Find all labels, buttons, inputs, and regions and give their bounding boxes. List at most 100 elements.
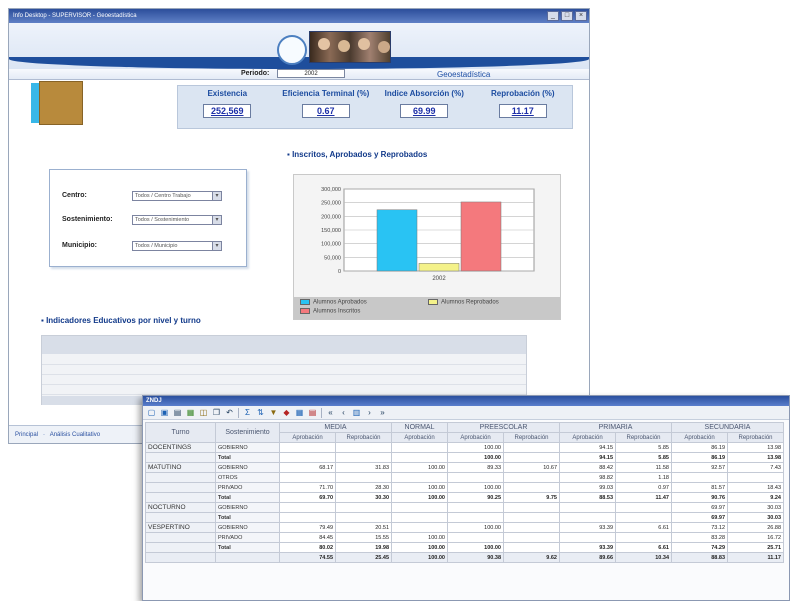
value-cell[interactable]: 6.61 <box>615 542 672 553</box>
value-cell[interactable]: 25.45 <box>335 552 392 563</box>
table-row[interactable]: Total 80.02 19.98 100.00 100.00 93.39 6.61 74.2… <box>145 542 784 553</box>
status-item-analisis[interactable]: Análisis Cualitativo <box>50 432 100 438</box>
value-cell[interactable]: 19.98 <box>335 542 392 553</box>
sostenimiento-cell[interactable]: Total <box>215 542 280 553</box>
value-cell[interactable]: 74.55 <box>279 552 336 563</box>
grid-icon[interactable]: ▦ <box>295 408 304 417</box>
value-cell[interactable]: 69.97 <box>671 512 728 523</box>
value-cell[interactable]: 9.24 <box>727 492 784 503</box>
value-cell[interactable]: 83.28 <box>671 532 728 543</box>
table-row[interactable]: 74.55 25.45 100.00 90.38 9.62 89.66 10.34 88.83… <box>145 552 784 563</box>
sostenimiento-cell[interactable]: Total <box>215 512 280 523</box>
table-row[interactable]: MATUTINO GOBIERNO 68.17 31.83 100.00 89.33 10.… <box>145 462 784 473</box>
table-row[interactable]: OTROS 98.82 1.18 <box>145 472 784 483</box>
header-sostenimiento[interactable]: Sostenimiento <box>215 422 280 443</box>
value-cell[interactable] <box>447 532 504 543</box>
table-row[interactable]: PRIVADO 84.45 15.55 100.00 83.28 16.72 <box>145 532 784 543</box>
print-icon[interactable]: ▤ <box>173 408 182 417</box>
value-cell[interactable]: 100.00 <box>447 452 504 463</box>
subheader-cell[interactable]: Aprobación <box>559 432 616 443</box>
turno-cell[interactable] <box>145 492 216 503</box>
value-cell[interactable] <box>279 452 336 463</box>
value-cell[interactable] <box>559 512 616 523</box>
value-cell[interactable]: 13.98 <box>727 442 784 453</box>
value-cell[interactable]: 99.03 <box>559 482 616 493</box>
value-cell[interactable]: 71.70 <box>279 482 336 493</box>
turno-cell[interactable] <box>145 542 216 553</box>
value-cell[interactable]: 90.25 <box>447 492 504 503</box>
value-cell[interactable]: 0.97 <box>615 482 672 493</box>
value-cell[interactable]: 84.45 <box>279 532 336 543</box>
value-cell[interactable]: 6.61 <box>615 522 672 533</box>
list-icon[interactable]: ▥ <box>352 408 361 417</box>
sostenimiento-cell[interactable] <box>215 552 280 563</box>
minimize-icon[interactable]: _ <box>547 11 559 21</box>
value-cell[interactable]: 100.00 <box>391 482 448 493</box>
value-cell[interactable]: 30.03 <box>727 502 784 513</box>
value-cell[interactable] <box>279 442 336 453</box>
value-cell[interactable]: 100.00 <box>447 542 504 553</box>
new-icon[interactable]: ▢ <box>147 408 156 417</box>
chevron-down-icon[interactable]: ▾ <box>212 192 221 200</box>
turno-cell[interactable] <box>145 482 216 493</box>
value-cell[interactable]: 28.30 <box>335 482 392 493</box>
municipio-select[interactable]: Todos / Municipio ▾ <box>132 241 222 251</box>
value-cell[interactable] <box>335 452 392 463</box>
value-cell[interactable] <box>503 532 560 543</box>
value-cell[interactable] <box>615 512 672 523</box>
header-media[interactable]: MEDIA <box>279 422 392 433</box>
table-row[interactable]: DOCENTINGS GOBIERNO 100.00 94.15 5.85 86.19 13… <box>145 442 784 453</box>
value-cell[interactable]: 93.39 <box>559 522 616 533</box>
subheader-cell[interactable]: Aprobación <box>447 432 504 443</box>
value-cell[interactable]: 100.00 <box>391 532 448 543</box>
value-cell[interactable]: 18.43 <box>727 482 784 493</box>
sort-icon[interactable]: ⇅ <box>256 408 265 417</box>
table-row[interactable]: Total 69.97 30.03 <box>145 512 784 523</box>
value-cell[interactable]: 94.15 <box>559 452 616 463</box>
turno-cell[interactable] <box>145 472 216 483</box>
value-cell[interactable]: 80.02 <box>279 542 336 553</box>
sostenimiento-cell[interactable]: OTROS <box>215 472 280 483</box>
table-row[interactable]: Total 100.00 94.15 5.85 86.19 13.98 <box>145 452 784 463</box>
value-cell[interactable] <box>447 472 504 483</box>
sostenimiento-select[interactable]: Todos / Sostenimiento ▾ <box>132 215 222 225</box>
close-icon[interactable]: × <box>575 11 587 21</box>
value-cell[interactable] <box>503 442 560 453</box>
value-cell[interactable]: 100.00 <box>391 462 448 473</box>
value-cell[interactable] <box>503 452 560 463</box>
turno-cell[interactable] <box>145 532 216 543</box>
value-cell[interactable]: 68.17 <box>279 462 336 473</box>
value-cell[interactable]: 79.49 <box>279 522 336 533</box>
chevron-down-icon[interactable]: ▾ <box>212 216 221 224</box>
subheader-cell[interactable]: Reprobación <box>335 432 392 443</box>
table-row[interactable]: NOCTURNO GOBIERNO 69.97 30.03 <box>145 502 784 513</box>
turno-cell[interactable]: NOCTURNO <box>145 502 216 513</box>
sostenimiento-cell[interactable]: PRIVADO <box>215 532 280 543</box>
value-cell[interactable]: 100.00 <box>391 492 448 503</box>
value-cell[interactable]: 90.38 <box>447 552 504 563</box>
value-cell[interactable]: 31.83 <box>335 462 392 473</box>
subheader-cell[interactable]: Reprobación <box>727 432 784 443</box>
value-cell[interactable] <box>391 452 448 463</box>
value-cell[interactable] <box>335 442 392 453</box>
filter-icon[interactable]: ▼ <box>269 408 278 417</box>
kpi-value[interactable]: 0.67 <box>301 104 350 118</box>
value-cell[interactable]: 30.30 <box>335 492 392 503</box>
value-cell[interactable] <box>559 532 616 543</box>
sostenimiento-cell[interactable]: GOBIERNO <box>215 462 280 473</box>
subheader-cell[interactable]: Aprobación <box>391 432 448 443</box>
kpi-value[interactable]: 69.99 <box>400 104 449 118</box>
value-cell[interactable]: 1.18 <box>615 472 672 483</box>
value-cell[interactable]: 98.82 <box>559 472 616 483</box>
value-cell[interactable]: 5.85 <box>615 452 672 463</box>
value-cell[interactable] <box>503 522 560 533</box>
header-turno[interactable]: Turno <box>145 422 216 443</box>
value-cell[interactable] <box>335 472 392 483</box>
value-cell[interactable]: 26.88 <box>727 522 784 533</box>
save-icon[interactable]: ▣ <box>160 408 169 417</box>
undo-icon[interactable]: ↶ <box>225 408 234 417</box>
subheader-cell[interactable]: Aprobación <box>671 432 728 443</box>
value-cell[interactable]: 89.33 <box>447 462 504 473</box>
value-cell[interactable]: 88.42 <box>559 462 616 473</box>
value-cell[interactable] <box>391 522 448 533</box>
